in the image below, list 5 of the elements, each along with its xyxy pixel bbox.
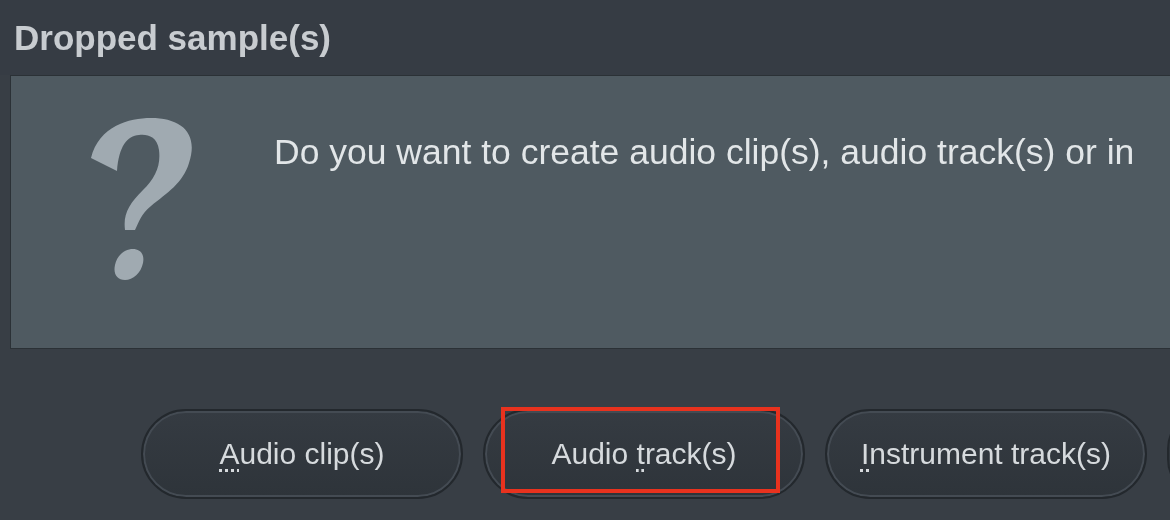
dialog-title: Dropped sample(s) bbox=[14, 17, 331, 58]
dialog-button[interactable]: Instrument track(s) bbox=[825, 409, 1147, 499]
message-text: Do you want to create audio clip(s), audio track(s) or in bbox=[274, 132, 1135, 173]
dialog-button[interactable]: Audio clip(s) bbox=[141, 409, 463, 499]
dialog-button[interactable]: Audio track(s) bbox=[483, 409, 805, 499]
